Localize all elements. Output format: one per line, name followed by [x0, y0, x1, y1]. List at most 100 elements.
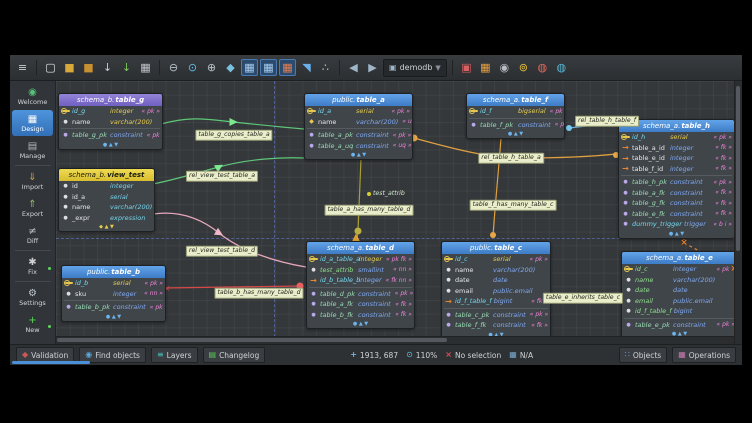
entity-table_b[interactable]: public.table_bid_bserial« pk »●skuintege…: [61, 265, 166, 322]
diff-icon: ≠: [28, 226, 36, 237]
entity-table_g[interactable]: schema_b.table_gid_ginteger« pk »●nameva…: [58, 93, 163, 150]
relationship-arrow: [230, 118, 238, 126]
vertical-scrollbar[interactable]: [734, 81, 742, 344]
entity-table_f[interactable]: schema_a.table_fid_fbigserial« pk »●tabl…: [466, 93, 565, 139]
sidebar-item-welcome[interactable]: ◉Welcome: [12, 83, 53, 109]
normal-zoom-icon[interactable]: ⊙: [184, 59, 201, 76]
entity-table_c[interactable]: public.table_cid_cserial« pk »●namevarch…: [441, 241, 551, 340]
sidebar-item-export[interactable]: ⇑Export: [12, 195, 53, 221]
relationships-visibility-icon[interactable]: ∴: [317, 59, 334, 76]
object-colors-icon[interactable]: ▦: [477, 59, 494, 76]
attribute-name: table_a_id: [632, 144, 668, 152]
attribute-type: date: [493, 276, 508, 284]
relationship-label-rel_view_test_table_d[interactable]: rel_view_test_table_d: [186, 246, 258, 257]
entity-row: ●_exprexpression: [59, 213, 154, 224]
relationship-label-table_b_has_many_table_d[interactable]: table_b_has_many_table_d: [214, 288, 303, 299]
open-model-icon[interactable]: ■: [61, 59, 78, 76]
key-glyph: [310, 258, 318, 260]
attribute-con-icon: ●: [469, 122, 478, 128]
bullet-glyph: ●: [63, 215, 67, 221]
attribute-type: varchar(200): [673, 276, 715, 284]
relationship-line-rel_view_test_table_d[interactable]: [153, 213, 306, 267]
toolbar-separator: [452, 60, 453, 75]
bullet-glyph: ●: [626, 287, 630, 293]
about-icon[interactable]: ◍: [553, 59, 570, 76]
donate-icon[interactable]: ⊚: [515, 59, 532, 76]
layers-button[interactable]: ≡Layers: [151, 347, 198, 363]
page-delimiters-icon[interactable]: ▦: [279, 59, 296, 76]
sidebar-item-design[interactable]: ▦Design: [12, 110, 53, 136]
attribute-name: test_attrib: [320, 266, 356, 274]
nav-forward-icon[interactable]: ▶: [364, 59, 381, 76]
sidebar-item-label: Design: [21, 125, 43, 133]
zoom-out-icon[interactable]: ⊖: [165, 59, 182, 76]
attribute-name: table_g_pk: [72, 131, 108, 139]
zoom-in-icon[interactable]: ⊕: [203, 59, 220, 76]
attribute-dot-icon: ●: [61, 119, 70, 125]
entity-row: id_fbigserial« pk »: [467, 106, 564, 117]
show-grid-icon[interactable]: ▦: [241, 59, 258, 76]
attribute-dot-icon: [367, 192, 371, 196]
entity-footer-icons: ● ▲ ▼: [305, 151, 412, 159]
sidebar-item-diff[interactable]: ≠Diff: [12, 222, 53, 248]
sidebar-item-new[interactable]: +New: [12, 311, 53, 337]
sidebar-item-manage[interactable]: ▤Manage: [12, 137, 53, 163]
print-icon[interactable]: ▦: [137, 59, 154, 76]
vertical-scrollbar-handle[interactable]: [736, 86, 740, 251]
relationship-label-table_a_has_many_table_d[interactable]: table_a_has_many_table_d: [325, 205, 414, 216]
sidebar-item-import[interactable]: ⇓Import: [12, 168, 53, 194]
entity-table_e[interactable]: schema_a.table_eid_cinteger« pk »●nameva…: [621, 251, 738, 339]
source-preview-icon[interactable]: ▣: [458, 59, 475, 76]
relationship-label-table_e_inherits_table_c[interactable]: table_e_inherits_table_c: [543, 293, 623, 304]
nav-back-icon[interactable]: ◀: [345, 59, 362, 76]
compact-view-icon[interactable]: ◥: [298, 59, 315, 76]
entity-table_a[interactable]: public.table_aid_aserial« pk »◆namevarch…: [304, 93, 413, 160]
model-canvas[interactable]: × schema_b.table_gid_ginteger« pk »●name…: [56, 81, 742, 344]
attribute-con-icon: ●: [621, 211, 630, 217]
support-icon[interactable]: ◍: [534, 59, 551, 76]
entity-name: table_c: [494, 244, 522, 252]
relationship-label-table_g_copies_table_a[interactable]: table_g_copies_table_a: [195, 130, 272, 141]
appearance-icon[interactable]: ◆: [222, 59, 239, 76]
align-to-grid-icon[interactable]: ▦: [260, 59, 277, 76]
objects-button[interactable]: ∷Objects: [619, 347, 667, 363]
attribute-name: table_e_pk: [635, 321, 671, 329]
operations-button[interactable]: ▦Operations: [672, 347, 736, 363]
relationship-label-rel_table_h_table_f[interactable]: rel_table_h_table_f: [575, 116, 639, 127]
save-as-icon[interactable]: ↓: [118, 59, 135, 76]
attribute-pk-icon: [469, 110, 478, 112]
bullet-glyph: →: [622, 164, 629, 173]
entity-view_test[interactable]: schema_b.view_test●idinteger●id_aserial●…: [58, 168, 155, 232]
horizontal-scrollbar-handle[interactable]: [57, 338, 447, 342]
entity-header: public.table_c: [442, 242, 550, 254]
statusbar-status: + 1913, 687 ⊙ 110% × No selection ▦ N/A: [350, 351, 533, 360]
button-label: Operations: [689, 351, 730, 360]
floating-attribute-label[interactable]: test_attrib: [367, 190, 405, 197]
attribute-type: integer: [113, 290, 136, 298]
sidebar-item-fix[interactable]: ✱Fix: [12, 253, 53, 279]
entity-header: schema_a.table_d: [307, 242, 414, 254]
relationship-label-rel_table_h_table_a[interactable]: rel_table_h_table_a: [478, 153, 544, 164]
relationship-label-table_f_has_many_table_c[interactable]: table_f_has_many_table_c: [470, 200, 557, 211]
open-sample-icon[interactable]: ■: [80, 59, 97, 76]
plugins-icon[interactable]: ◉: [496, 59, 513, 76]
attribute-con-icon: ●: [307, 132, 316, 138]
relationship-label-rel_view_test_table_a[interactable]: rel_view_test_table_a: [186, 171, 258, 182]
main-menu-icon[interactable]: ≡: [14, 59, 31, 76]
sidebar-item-settings[interactable]: ⚙Settings: [12, 284, 53, 310]
attribute-type: constraint: [670, 199, 703, 207]
entity-row: id_aserial« pk »: [305, 106, 412, 117]
bullet-glyph: ●: [623, 221, 627, 227]
horizontal-scrollbar[interactable]: [56, 336, 735, 344]
new-model-icon[interactable]: ▢: [42, 59, 59, 76]
changelog-button[interactable]: ▤Changelog: [203, 347, 266, 363]
entity-table_h[interactable]: schema_a.table_hid_hserial« pk »→table_a…: [618, 119, 735, 239]
entity-table_d[interactable]: schema_a.table_did_a_table_ainteger« pk …: [306, 241, 415, 329]
bullet-glyph: ●: [63, 183, 67, 189]
attribute-type: varchar(200): [110, 203, 152, 211]
relationship-line-table_a_has_many_table_d[interactable]: [357, 159, 361, 239]
attribute-name: id: [72, 182, 108, 190]
save-model-icon[interactable]: ↓: [99, 59, 116, 76]
database-selector[interactable]: ▣demodb▼: [383, 59, 447, 77]
attribute-name: table_a_pk: [318, 131, 354, 139]
